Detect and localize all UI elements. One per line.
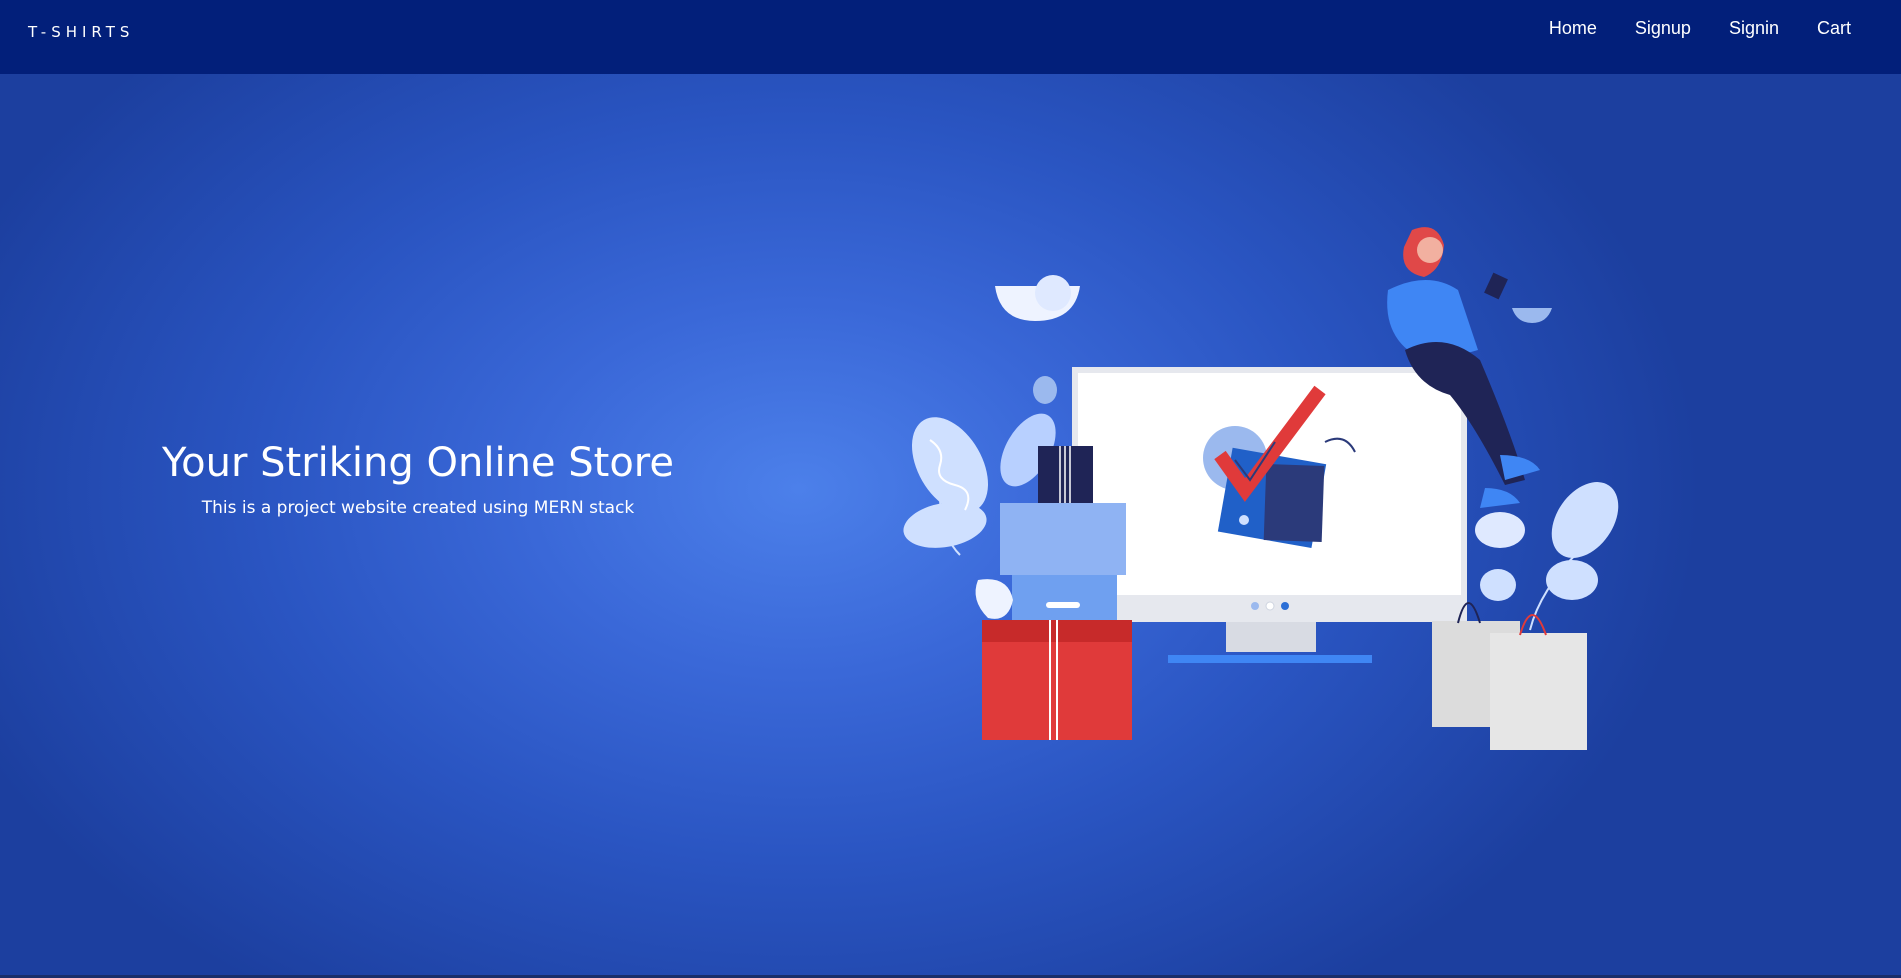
nav-link-home[interactable]: Home — [1549, 18, 1597, 39]
nav-link-cart[interactable]: Cart — [1817, 18, 1851, 39]
brand-logo[interactable]: T-SHIRTS — [28, 23, 134, 41]
nav-link-signin[interactable]: Signin — [1729, 18, 1779, 39]
monitor-shape — [1072, 367, 1467, 663]
nav-link-signup[interactable]: Signup — [1635, 18, 1691, 39]
shopping-bags — [1432, 602, 1587, 750]
page: T-SHIRTS Home Signup Signin Cart Your St… — [0, 0, 1901, 978]
hero-title: Your Striking Online Store — [162, 440, 674, 486]
hero-subtitle: This is a project website created using … — [201, 498, 635, 518]
nav-links: Home Signup Signin Cart — [1549, 18, 1851, 39]
shopping-illustration — [903, 227, 1619, 750]
cloud-shape — [995, 275, 1080, 321]
navbar: T-SHIRTS Home Signup Signin Cart — [0, 0, 1901, 74]
